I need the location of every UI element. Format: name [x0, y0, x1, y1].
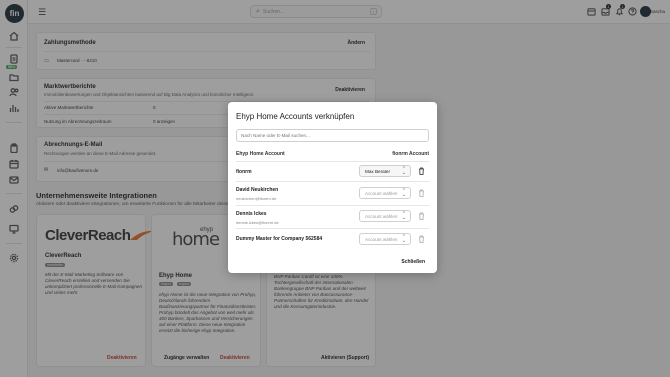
- account-select-value: Account wählen: [365, 190, 398, 196]
- divider: [236, 161, 429, 162]
- modal-title: Ehyp Home Accounts verknüpfen: [236, 112, 355, 121]
- divider: [236, 228, 429, 229]
- account-name: David Neukirchen: [236, 187, 279, 193]
- account-select[interactable]: Account wählen ⌃ ⌄: [359, 233, 411, 245]
- close-button[interactable]: Schließen: [401, 259, 425, 265]
- account-select[interactable]: Account wählen ⌃ ⌄: [359, 210, 411, 222]
- account-search-input[interactable]: [236, 129, 429, 142]
- account-select-value: Max Berater: [365, 168, 391, 174]
- trash-icon[interactable]: [418, 235, 425, 243]
- account-email: neukirchen@fionrm.de: [236, 196, 277, 201]
- account-name: Dummy Master for Company 562584: [236, 236, 323, 242]
- trash-icon[interactable]: [418, 212, 425, 220]
- column-header-fionrm: fionrm Account: [392, 151, 429, 157]
- account-select[interactable]: Account wählen ⌃ ⌄: [359, 187, 411, 199]
- select-chevron-icon: ⌃ ⌄: [401, 166, 406, 176]
- select-chevron-icon: ⌃ ⌄: [401, 211, 406, 221]
- column-header-ehyp: Ehyp Home Account: [236, 151, 285, 157]
- trash-icon[interactable]: [418, 189, 425, 197]
- account-name: fionrm: [236, 169, 252, 175]
- account-select-value: Account wählen: [365, 213, 398, 219]
- account-select-value: Account wählen: [365, 236, 398, 242]
- account-email: dennis.ickes@fionrm.de: [236, 220, 279, 225]
- trash-icon[interactable]: [418, 167, 425, 175]
- select-chevron-icon: ⌃ ⌄: [401, 234, 406, 244]
- ehyp-accounts-modal: Ehyp Home Accounts verknüpfen Ehyp Home …: [228, 102, 437, 273]
- account-select[interactable]: Max Berater ⌃ ⌄: [359, 165, 411, 177]
- account-name: Dennis Ickes: [236, 211, 267, 217]
- select-chevron-icon: ⌃ ⌄: [401, 188, 406, 198]
- divider: [236, 205, 429, 206]
- divider: [236, 181, 429, 182]
